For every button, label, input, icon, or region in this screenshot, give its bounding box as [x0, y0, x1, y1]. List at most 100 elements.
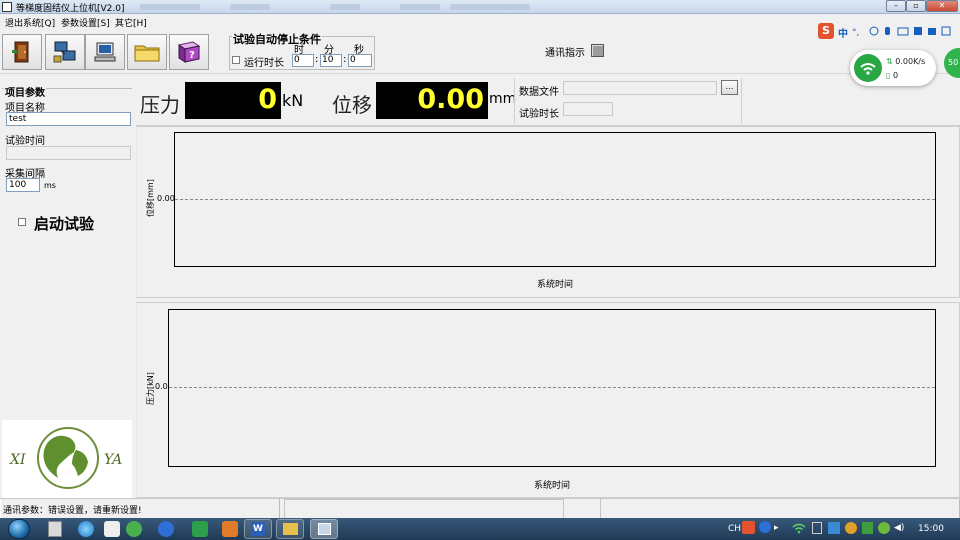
title-bar: 等梯度固结仪上位机[V2.0] – ▫ ✕ [0, 0, 960, 14]
ime-language-indicator[interactable]: 中 [838, 25, 848, 40]
displacement-y-tick: 0.00 [157, 194, 175, 203]
runtime-label: 运行时长 [244, 58, 284, 69]
displacement-plot-area [174, 132, 936, 267]
menu-bar: 退出系统[Q] 参数设置[S] 其它[H] [0, 15, 960, 29]
tray-arrow-icon[interactable]: ▸ [774, 523, 779, 533]
tray-wifi-icon[interactable] [792, 522, 806, 534]
folder-icon [283, 523, 298, 535]
force-plot-area [168, 309, 936, 467]
interval-input[interactable]: 100 [6, 178, 40, 192]
tray-device-icon[interactable] [812, 522, 822, 534]
blurred-background-tab [140, 4, 200, 10]
minute-input[interactable]: 10 [320, 54, 342, 67]
taskbar-explorer-icon[interactable] [104, 521, 120, 537]
ime-toolbar-icons: °, [852, 26, 951, 38]
blurred-background-tab [330, 4, 360, 10]
status-section-3 [600, 499, 960, 519]
sogou-ime-icon[interactable]: S [818, 23, 834, 39]
tray-360-icon[interactable] [878, 522, 890, 534]
minimize-button[interactable]: – [886, 0, 906, 12]
data-file-panel: 数据文件 ... 试验时长 [514, 78, 742, 124]
menu-other[interactable]: 其它[H] [115, 16, 147, 29]
menu-settings[interactable]: 参数设置[S] [61, 16, 110, 29]
network-settings-icon [53, 41, 76, 63]
force-zero-gridline [169, 387, 935, 388]
force-unit: kN [282, 91, 304, 110]
project-params-group: 项目参数 项目名称 test 试验时间 采集间隔 100 ms [2, 84, 132, 276]
status-message: 通讯参数：错误设置，请重新设置! [3, 506, 142, 516]
xiya-logo: XI YA [2, 420, 132, 498]
second-input[interactable]: 0 [348, 54, 372, 67]
start-test-label[interactable]: 启动试验 [34, 213, 94, 234]
word-icon: W [251, 522, 265, 536]
app-window-icon [318, 523, 331, 535]
status-bar: 通讯参数：错误设置，请重新设置! [0, 498, 960, 519]
window-title: 等梯度固结仪上位机[V2.0] [16, 4, 125, 14]
displacement-unit: mm [489, 91, 517, 107]
displacement-x-axis-label: 系统时间 [537, 280, 574, 290]
tray-clock[interactable]: 15:00 [918, 524, 944, 534]
taskbar-app-icon[interactable] [126, 521, 142, 537]
test-time-input [6, 146, 131, 160]
project-params-legend: 项目参数 [4, 84, 46, 99]
status-section-2 [284, 499, 564, 519]
taskbar-office-icon[interactable] [222, 521, 238, 537]
svg-text:?: ? [189, 50, 195, 61]
force-x-axis-label: 系统时间 [534, 481, 571, 491]
force-y-axis-label: 压力[kN] [146, 372, 155, 405]
comm-indicator-label: 通讯指示 [545, 48, 585, 59]
upload-speed-value: 0.00K/s [895, 57, 926, 66]
interval-unit: ms [44, 181, 56, 190]
start-test-checkbox[interactable] [18, 218, 26, 226]
globe-logo-icon: XI YA [9, 427, 122, 489]
displacement-display: 0.00 [376, 82, 488, 119]
tray-app-icon[interactable] [828, 522, 840, 534]
start-button[interactable] [8, 519, 30, 539]
app-icon [2, 2, 12, 12]
readout-strip: 压力 0 kN 位移 0.00 mm 数据文件 ... 试验时长 [136, 78, 960, 126]
data-file-input [563, 81, 717, 95]
displacement-label: 位移 [332, 93, 372, 117]
close-button[interactable]: ✕ [926, 0, 958, 12]
tray-volume-icon[interactable]: ◀) [894, 523, 904, 533]
duration-input [563, 102, 613, 116]
displacement-y-axis-label: 位移[mm] [146, 179, 155, 217]
taskbar-library-icon[interactable] [48, 521, 62, 537]
open-folder-button[interactable] [127, 34, 167, 70]
comm-indicator-led [591, 44, 604, 57]
hour-input[interactable]: 0 [292, 54, 314, 67]
computer-button[interactable] [85, 34, 125, 70]
browse-button[interactable]: ... [721, 80, 738, 95]
blurred-background-tab [450, 4, 530, 10]
taskbar-consolidometer-button[interactable] [310, 519, 338, 539]
network-settings-button[interactable] [45, 34, 85, 70]
blurred-background-tab [230, 4, 270, 10]
force-display: 0 [185, 82, 281, 119]
windows-taskbar: W CH ▸ ◀) 15:00 [0, 518, 960, 540]
upload-speed: ⇅ 0.00K/s [886, 57, 926, 66]
taskbar-word-button[interactable]: W [244, 519, 272, 539]
help-book-icon: ? [177, 41, 201, 63]
force-chart-panel: 0.0 压力[kN] 系统时间 [136, 302, 960, 498]
taskbar-ie-icon[interactable] [78, 521, 94, 537]
runtime-checkbox[interactable] [232, 56, 240, 64]
help-button[interactable]: ? [169, 34, 209, 70]
maximize-button[interactable]: ▫ [906, 0, 926, 12]
taskbar-browser-icon[interactable] [158, 521, 174, 537]
folder-icon [134, 45, 160, 62]
exit-button[interactable] [2, 34, 42, 70]
tray-sogou-icon[interactable] [742, 521, 755, 534]
taskbar-chat-icon[interactable] [192, 521, 208, 537]
exit-door-icon [12, 41, 29, 63]
status-section-message: 通讯参数：错误设置，请重新设置! [0, 499, 280, 519]
auto-stop-legend: 试验自动停止条件 [232, 31, 322, 47]
project-name-input[interactable]: test [6, 112, 131, 126]
auto-stop-group: 试验自动停止条件 时 分 秒 运行时长 0 : 10 : 0 [229, 31, 375, 70]
taskbar-folder-button[interactable] [276, 519, 304, 539]
tray-language[interactable]: CH [728, 524, 741, 534]
menu-exit[interactable]: 退出系统[Q] [5, 16, 55, 29]
tray-qq-icon[interactable] [845, 522, 857, 534]
tray-security-icon[interactable] [862, 522, 873, 534]
displacement-zero-gridline [175, 199, 935, 200]
tray-help-icon[interactable] [759, 521, 771, 533]
